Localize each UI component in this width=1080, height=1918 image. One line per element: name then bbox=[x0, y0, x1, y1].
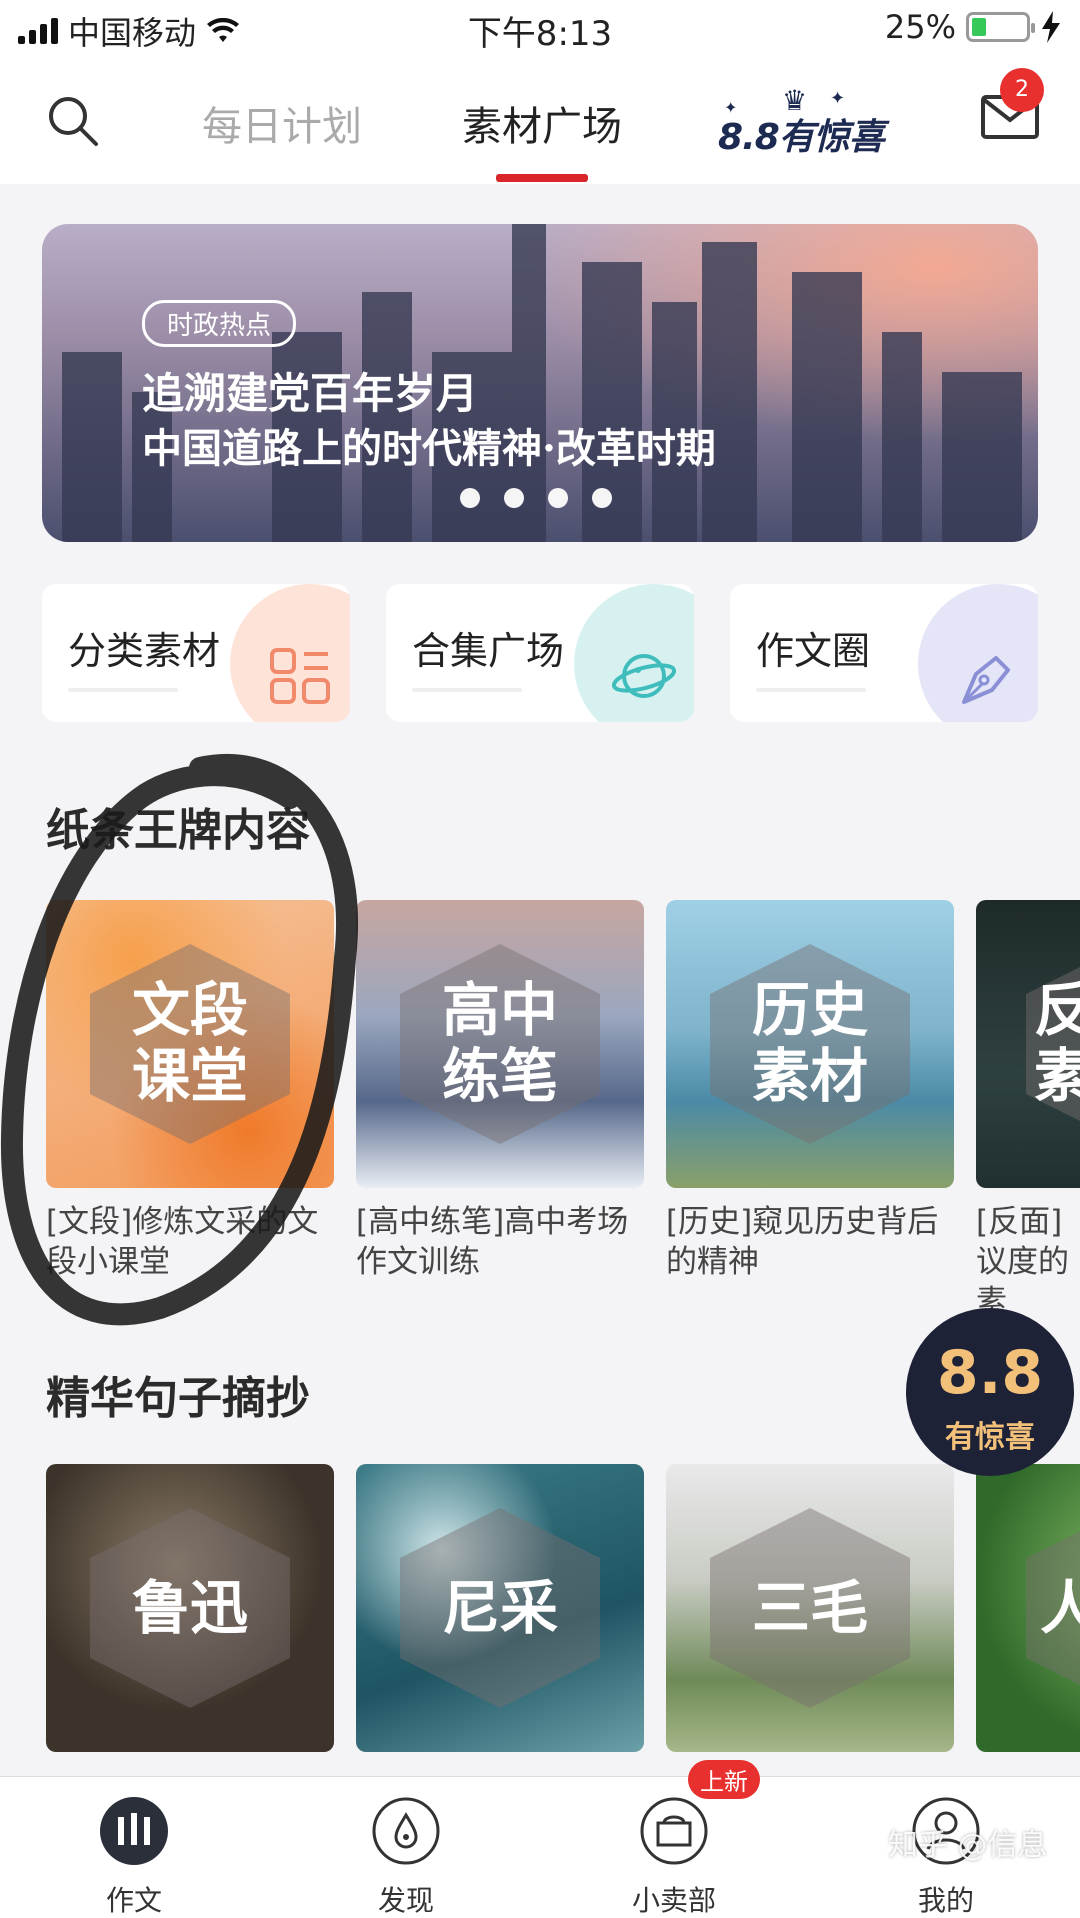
shortcut-essay-circle[interactable]: 作文圈 bbox=[730, 584, 1038, 722]
quote-card[interactable]: 尼采 bbox=[356, 1464, 644, 1752]
card-thumbnail: 尼采 bbox=[356, 1464, 644, 1752]
content-card[interactable]: 反 素 [反面]议度的素 bbox=[976, 900, 1080, 1322]
tab-label: 发现 bbox=[377, 1884, 434, 1917]
section-title: 纸条王牌内容 bbox=[46, 805, 310, 856]
section-title: 精华句子摘抄 bbox=[46, 1373, 310, 1424]
battery-icon bbox=[966, 12, 1035, 42]
tab-label: 作文 bbox=[105, 1884, 162, 1917]
card-hex-title: 素材 bbox=[751, 1042, 868, 1110]
tab-essay[interactable]: 作文 bbox=[64, 1795, 204, 1918]
card-hex-title: 人 bbox=[1040, 1574, 1080, 1642]
shop-icon bbox=[640, 1797, 708, 1865]
card-thumbnail: 反 素 bbox=[976, 900, 1080, 1188]
charging-bolt-icon bbox=[1042, 11, 1060, 43]
card-hex-title: 高中 bbox=[441, 976, 558, 1044]
sparkle-icon: ✦ bbox=[830, 88, 846, 109]
shortcut-label: 分类素材 bbox=[68, 629, 221, 673]
pen-nib-icon bbox=[962, 656, 1010, 704]
card-hex-title: 尼采 bbox=[441, 1574, 558, 1642]
promo-subtitle: 有惊喜 bbox=[945, 1420, 1035, 1455]
card-hex-title: 练笔 bbox=[441, 1042, 558, 1110]
card-hex-title: 三毛 bbox=[751, 1574, 868, 1642]
card-thumbnail: 高中 练笔 bbox=[356, 900, 644, 1188]
card-thumbnail: 文段 课堂 bbox=[46, 900, 334, 1188]
shortcut-category-material[interactable]: 分类素材 bbox=[42, 584, 350, 722]
active-tab-indicator bbox=[496, 174, 588, 182]
essay-icon bbox=[100, 1797, 168, 1865]
card-hex-title: 文段 bbox=[131, 976, 248, 1044]
battery-percent: 25% bbox=[884, 8, 956, 46]
shortcut-label: 合集广场 bbox=[412, 629, 565, 673]
banner-tag: 时政热点 bbox=[142, 300, 297, 347]
planet-icon bbox=[612, 654, 676, 698]
status-right: 25% bbox=[885, 8, 1062, 46]
card-hex-title: 历史 bbox=[751, 976, 868, 1044]
card-hex-title: 课堂 bbox=[131, 1042, 248, 1110]
banner-title: 追溯建党百年岁月 bbox=[142, 369, 479, 418]
watermark: 知乎 @信息 bbox=[888, 1828, 1048, 1863]
search-icon[interactable] bbox=[44, 92, 100, 148]
quote-card[interactable]: 三毛 bbox=[666, 1464, 954, 1752]
card-caption: [反面]议度的素 bbox=[976, 1204, 1069, 1320]
card-caption: [历史]窥见历史背后的精神 bbox=[666, 1204, 939, 1280]
shortcut-collection-square[interactable]: 合集广场 bbox=[386, 584, 694, 722]
card-hex-title: 反 bbox=[1034, 976, 1080, 1044]
hero-banner[interactable]: 时政热点 追溯建党百年岁月 中国道路上的时代精神·改革时期 bbox=[42, 224, 1038, 542]
grid-list-icon bbox=[270, 648, 330, 704]
content-card[interactable]: 高中 练笔 [高中练笔]高中考场作文训练 bbox=[356, 900, 644, 1282]
card-thumbnail: 历史 素材 bbox=[666, 900, 954, 1188]
carousel-dots[interactable] bbox=[460, 488, 612, 508]
tab-daily-plan[interactable]: 每日计划 bbox=[202, 94, 362, 152]
content-card[interactable]: 历史 素材 [历史]窥见历史背后的精神 bbox=[666, 900, 954, 1282]
banner-subtitle: 中国道路上的时代精神·改革时期 bbox=[142, 425, 716, 472]
tab-material-square[interactable]: 素材广场 bbox=[462, 94, 622, 152]
card-hex-title: 鲁迅 bbox=[131, 1574, 248, 1642]
promo-number: 8.8 bbox=[936, 1338, 1044, 1408]
status-bar: 中国移动 下午8:13 25% bbox=[0, 0, 1080, 56]
tab-label: 小卖部 bbox=[631, 1884, 716, 1917]
tab-label: 我的 bbox=[917, 1884, 974, 1917]
new-badge: 上新 bbox=[688, 1760, 760, 1799]
card-thumbnail: 三毛 bbox=[666, 1464, 954, 1752]
promo-logo[interactable]: ♛ ✦ ✦ 8.8有惊喜 bbox=[712, 84, 890, 164]
promo-logo-text: 8.8有惊喜 bbox=[718, 117, 885, 158]
card-hex-title: 素 bbox=[1034, 1042, 1080, 1110]
quote-card[interactable]: 鲁迅 bbox=[46, 1464, 334, 1752]
card-caption: [文段]修炼文采的文段小课堂 bbox=[46, 1204, 319, 1280]
top-nav: 每日计划 素材广场 ♛ ✦ ✦ 8.8有惊喜 2 bbox=[0, 56, 1080, 184]
floating-promo-button[interactable]: 8.8 有惊喜 bbox=[906, 1308, 1074, 1476]
tab-shop[interactable]: 小卖部 bbox=[604, 1795, 744, 1918]
card-thumbnail: 人 bbox=[976, 1464, 1080, 1752]
card-caption: [高中练笔]高中考场作文训练 bbox=[356, 1204, 629, 1280]
card-thumbnail: 鲁迅 bbox=[46, 1464, 334, 1752]
mail-badge: 2 bbox=[1000, 68, 1044, 112]
content-card[interactable]: 文段 课堂 [文段]修炼文采的文段小课堂 bbox=[46, 900, 334, 1282]
tab-discover[interactable]: 发现 bbox=[336, 1795, 476, 1918]
compass-drop-icon bbox=[372, 1797, 440, 1865]
shortcut-label: 作文圈 bbox=[756, 629, 871, 673]
quote-card[interactable]: 人 bbox=[976, 1464, 1080, 1752]
